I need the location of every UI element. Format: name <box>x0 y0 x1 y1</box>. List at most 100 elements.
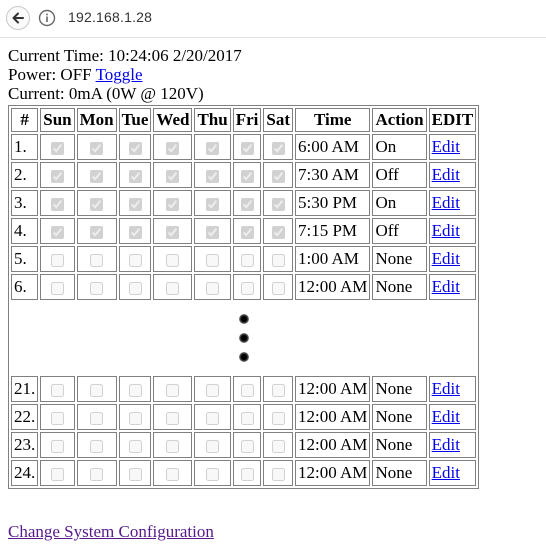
day-checkbox-sat[interactable] <box>271 411 285 425</box>
day-checkbox-fri[interactable] <box>240 281 254 295</box>
day-checkbox-sun[interactable] <box>50 169 64 183</box>
day-checkbox-mon[interactable] <box>90 197 104 211</box>
day-checkbox-sat[interactable] <box>271 253 285 267</box>
day-cell-sat <box>263 404 293 430</box>
edit-link[interactable]: Edit <box>432 407 460 426</box>
day-checkbox-thu[interactable] <box>206 411 220 425</box>
day-checkbox-thu[interactable] <box>206 467 220 481</box>
day-checkbox-tue[interactable] <box>128 281 142 295</box>
day-checkbox-wed[interactable] <box>166 411 180 425</box>
action-cell: None <box>372 376 427 402</box>
day-checkbox-tue[interactable] <box>128 253 142 267</box>
day-checkbox-thu[interactable] <box>206 439 220 453</box>
day-checkbox-wed[interactable] <box>166 281 180 295</box>
day-checkbox-thu[interactable] <box>206 253 220 267</box>
day-cell-sun <box>40 274 75 300</box>
day-checkbox-tue[interactable] <box>128 383 142 397</box>
table-row: 21. 12:00 AM None Edit <box>11 376 477 402</box>
day-checkbox-mon[interactable] <box>90 141 104 155</box>
day-checkbox-sun[interactable] <box>50 197 64 211</box>
day-checkbox-mon[interactable] <box>90 383 104 397</box>
day-checkbox-fri[interactable] <box>240 439 254 453</box>
day-checkbox-thu[interactable] <box>206 281 220 295</box>
day-checkbox-sat[interactable] <box>271 169 285 183</box>
edit-link[interactable]: Edit <box>432 137 460 156</box>
address-bar[interactable]: 192.168.1.28 <box>68 9 152 25</box>
edit-cell: Edit <box>428 376 477 402</box>
change-system-configuration-link[interactable]: Change System Configuration <box>8 522 214 542</box>
day-checkbox-tue[interactable] <box>128 225 142 239</box>
day-checkbox-sun[interactable] <box>50 225 64 239</box>
action-cell: None <box>372 432 427 458</box>
day-checkbox-fri[interactable] <box>240 411 254 425</box>
edit-link[interactable]: Edit <box>432 379 460 398</box>
day-cell-thu <box>194 134 231 160</box>
edit-link[interactable]: Edit <box>432 435 460 454</box>
toggle-link[interactable]: Toggle <box>96 65 143 84</box>
day-checkbox-wed[interactable] <box>166 467 180 481</box>
day-checkbox-tue[interactable] <box>128 439 142 453</box>
day-checkbox-wed[interactable] <box>166 253 180 267</box>
day-checkbox-fri[interactable] <box>240 253 254 267</box>
day-checkbox-tue[interactable] <box>128 467 142 481</box>
day-checkbox-wed[interactable] <box>166 225 180 239</box>
current-label: Current: <box>8 84 65 103</box>
day-checkbox-wed[interactable] <box>166 439 180 453</box>
day-checkbox-fri[interactable] <box>240 169 254 183</box>
edit-link[interactable]: Edit <box>432 193 460 212</box>
action-cell: On <box>372 190 427 216</box>
day-checkbox-fri[interactable] <box>240 141 254 155</box>
day-checkbox-tue[interactable] <box>128 197 142 211</box>
edit-link[interactable]: Edit <box>432 165 460 184</box>
day-checkbox-sat[interactable] <box>271 225 285 239</box>
day-checkbox-thu[interactable] <box>206 169 220 183</box>
day-checkbox-thu[interactable] <box>206 197 220 211</box>
day-cell-sun <box>40 376 75 402</box>
day-checkbox-sun[interactable] <box>50 281 64 295</box>
day-checkbox-sat[interactable] <box>271 197 285 211</box>
day-checkbox-sun[interactable] <box>50 383 64 397</box>
day-checkbox-fri[interactable] <box>240 225 254 239</box>
day-checkbox-mon[interactable] <box>90 225 104 239</box>
day-checkbox-sat[interactable] <box>271 467 285 481</box>
day-checkbox-tue[interactable] <box>128 411 142 425</box>
table-row: 5. 1:00 AM None Edit <box>11 246 477 272</box>
day-checkbox-sun[interactable] <box>50 141 64 155</box>
current-value: 0mA (0W @ 120V) <box>68 84 204 103</box>
day-checkbox-sun[interactable] <box>50 253 64 267</box>
day-checkbox-mon[interactable] <box>90 253 104 267</box>
day-checkbox-thu[interactable] <box>206 225 220 239</box>
day-checkbox-wed[interactable] <box>166 141 180 155</box>
edit-link[interactable]: Edit <box>432 277 460 296</box>
back-button[interactable] <box>6 6 30 30</box>
info-icon[interactable] <box>38 9 56 27</box>
day-checkbox-thu[interactable] <box>206 141 220 155</box>
day-cell-thu <box>194 404 231 430</box>
day-checkbox-sat[interactable] <box>271 281 285 295</box>
day-checkbox-sun[interactable] <box>50 439 64 453</box>
day-checkbox-mon[interactable] <box>90 169 104 183</box>
day-checkbox-tue[interactable] <box>128 141 142 155</box>
day-checkbox-tue[interactable] <box>128 169 142 183</box>
day-checkbox-sun[interactable] <box>50 411 64 425</box>
day-checkbox-fri[interactable] <box>240 467 254 481</box>
edit-link[interactable]: Edit <box>432 463 460 482</box>
day-checkbox-fri[interactable] <box>240 197 254 211</box>
edit-link[interactable]: Edit <box>432 221 460 240</box>
day-checkbox-sat[interactable] <box>271 439 285 453</box>
day-cell-tue <box>118 162 152 188</box>
day-checkbox-mon[interactable] <box>90 439 104 453</box>
day-checkbox-sat[interactable] <box>271 383 285 397</box>
day-checkbox-thu[interactable] <box>206 383 220 397</box>
edit-link[interactable]: Edit <box>432 249 460 268</box>
day-checkbox-wed[interactable] <box>166 197 180 211</box>
day-checkbox-sat[interactable] <box>271 141 285 155</box>
action-cell: None <box>372 460 427 486</box>
day-checkbox-wed[interactable] <box>166 169 180 183</box>
day-checkbox-wed[interactable] <box>166 383 180 397</box>
day-checkbox-fri[interactable] <box>240 383 254 397</box>
day-checkbox-mon[interactable] <box>90 281 104 295</box>
day-checkbox-mon[interactable] <box>90 411 104 425</box>
day-checkbox-mon[interactable] <box>90 467 104 481</box>
day-checkbox-sun[interactable] <box>50 467 64 481</box>
